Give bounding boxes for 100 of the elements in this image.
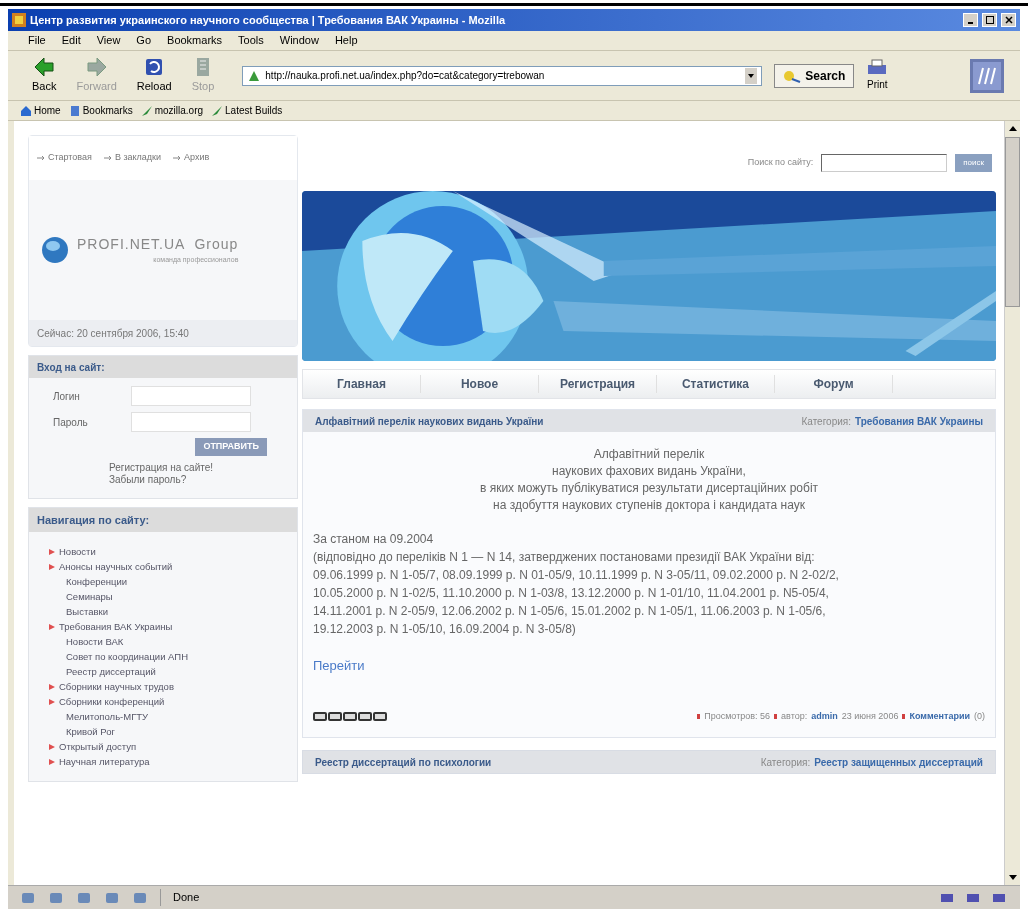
- rating-stars[interactable]: [313, 711, 387, 721]
- read-more-link[interactable]: Перейти: [313, 656, 985, 676]
- top-link[interactable]: В закладки: [114, 151, 162, 165]
- nav-link[interactable]: Сборники научных трудов: [59, 679, 174, 694]
- bookmark-item[interactable]: Bookmarks: [68, 103, 133, 118]
- search-icon: [783, 68, 802, 83]
- nav-link[interactable]: Сборники конференций: [59, 694, 165, 709]
- arrow-icon: [103, 155, 112, 161]
- menu-item[interactable]: Bookmarks: [167, 32, 223, 49]
- globe-icon: [41, 236, 69, 264]
- search-field[interactable]: [821, 154, 948, 172]
- article-body: За станом на 09.2004 (відповідно до переліків N 1 — N 14, затверджених постановами президії ВАК України від: 09.06.1999 р. N 1-05/7, 08.09.1999 р. N 01-05/9, 10.11.1999 р. N 3-05/11, 09.02.2000 р. N 2-02/2, 10.05.2000 р. N 1-02/5, 11.10.2000 р. N 1-03/8, 13.12.2000 р. N 1-01/10, 11.04.2001 р. N5-05/4, 14.11.2001 р. N 2-05/9, 12.06.2002 р. N 1-05/6, 15.01.2002 р. N 1-05/1, 11.06.2003 р. N 1-05/6, 19.12.2003 р. N 1-05/10, 16.09.2004 р. N 3-05/8): [313, 531, 840, 638]
- print-button[interactable]: Print: [866, 59, 889, 92]
- nav-tab[interactable]: Форум: [775, 375, 893, 393]
- category-link[interactable]: Реестр защищенных диссертаций: [814, 754, 983, 770]
- maximize-button[interactable]: [982, 13, 997, 27]
- nav-tab[interactable]: Главная: [303, 375, 421, 393]
- window-title: Центр развития украинского научного сообщества | Требования ВАК Украины - Mozilla: [30, 12, 507, 28]
- logo-text: PROFI.NET.UA Group: [77, 235, 239, 255]
- nav-tab[interactable]: Новое: [421, 375, 539, 393]
- menu-item[interactable]: Edit: [61, 32, 81, 49]
- forward-arrow-icon: [85, 56, 108, 79]
- category-label: Категория:: [760, 755, 811, 770]
- top-link[interactable]: Архив: [184, 151, 210, 165]
- comment-count: (0): [974, 709, 985, 723]
- menu-item[interactable]: Tools: [238, 32, 264, 49]
- menu-item[interactable]: Window: [279, 32, 319, 49]
- category-link[interactable]: Требования ВАК Украины: [855, 413, 983, 429]
- article-title[interactable]: Алфавітний перелік наукових видань України: [315, 413, 544, 429]
- nav-tab[interactable]: Статистика: [657, 375, 775, 393]
- toolbar-button[interactable]: Back: [24, 56, 65, 95]
- author-link[interactable]: admin: [811, 709, 838, 723]
- bullet-icon: [49, 623, 55, 630]
- nav-sublink[interactable]: Мелитополь-МГТУ: [49, 709, 277, 724]
- close-icon: [1004, 16, 1013, 24]
- input-field[interactable]: [131, 412, 251, 432]
- arrow-icon: [173, 155, 182, 161]
- bullet-icon: [49, 563, 55, 570]
- bookmark-item[interactable]: Home: [20, 103, 61, 118]
- logo-icon: [970, 58, 1004, 93]
- menu-item[interactable]: Help: [334, 32, 358, 49]
- login-link[interactable]: Забыли пароль?: [109, 474, 273, 486]
- nav-link[interactable]: Анонсы научных событий: [59, 559, 173, 574]
- bullet-icon: [49, 683, 55, 690]
- nav-sublink[interactable]: Реестр диссертаций: [49, 664, 277, 679]
- maximize-icon: [985, 16, 994, 24]
- field-label: Пароль: [53, 415, 89, 430]
- bookmark-icon: [68, 104, 81, 117]
- nav-tab[interactable]: Регистрация: [539, 375, 657, 393]
- printer-icon: [866, 59, 889, 77]
- house-icon: [20, 104, 32, 117]
- article-date: 23 июня 2006: [841, 709, 899, 723]
- minimize-button[interactable]: [963, 13, 978, 27]
- nav-link[interactable]: Требования ВАК Украины: [59, 619, 173, 634]
- nav-sublink[interactable]: Новости ВАК: [49, 634, 277, 649]
- scroll-thumb[interactable]: [1005, 137, 1020, 307]
- bullet-icon: [49, 743, 55, 750]
- menu-item[interactable]: Go: [136, 32, 152, 49]
- status-text: Done: [160, 889, 200, 906]
- article-heading: наукових фахових видань України,: [552, 463, 746, 480]
- login-title: Вход на сайт:: [29, 356, 297, 378]
- menu-item[interactable]: File: [28, 32, 46, 49]
- current-date: Сейчас: 20 сентября 2006, 15:40: [29, 320, 297, 346]
- view-count: Просмотров: 56: [704, 709, 771, 723]
- toolbar-button[interactable]: Reload: [128, 56, 180, 95]
- input-field[interactable]: [131, 386, 251, 406]
- search-label: Поиск по сайту:: [747, 156, 814, 170]
- bookmark-item[interactable]: mozilla.org: [140, 103, 204, 118]
- category-label: Категория:: [801, 414, 851, 429]
- navigation-title: Навигация по сайту:: [29, 508, 297, 532]
- login-link[interactable]: Регистрация на сайте!: [109, 462, 273, 474]
- nav-sublink[interactable]: Семинары: [49, 589, 277, 604]
- nav-link[interactable]: Научная литература: [59, 754, 150, 769]
- dropdown-icon[interactable]: [745, 67, 758, 84]
- nav-sublink[interactable]: Совет по координации АПН: [49, 649, 277, 664]
- article-heading: Алфавітний перелік: [593, 446, 705, 463]
- arrow-icon: [37, 155, 45, 161]
- menu-item[interactable]: View: [96, 32, 121, 49]
- app-icon: [12, 13, 26, 27]
- comments-link[interactable]: Комментарии: [909, 709, 970, 723]
- scrollbar[interactable]: [1004, 121, 1020, 885]
- search-button[interactable]: Search: [774, 63, 855, 88]
- bookmark-item[interactable]: Latest Builds: [211, 103, 283, 118]
- bullet-icon: [49, 758, 55, 765]
- nav-sublink[interactable]: Выставки: [49, 604, 277, 619]
- nav-link[interactable]: Новости: [59, 544, 96, 559]
- nav-sublink[interactable]: Кривой Рог: [49, 724, 277, 739]
- close-button[interactable]: [1001, 13, 1016, 27]
- nav-link[interactable]: Открытый доступ: [59, 739, 137, 754]
- article-heading: в яких можуть публікуватися результати дисертаційних робіт: [479, 480, 819, 497]
- back-arrow-icon: [33, 56, 56, 79]
- field-label: Логин: [53, 389, 81, 404]
- nav-sublink[interactable]: Конференции: [49, 574, 277, 589]
- author-label: автор:: [781, 709, 808, 723]
- article-title[interactable]: Реестр диссертаций по психологии: [315, 754, 492, 770]
- bullet-icon: [49, 548, 55, 555]
- top-link[interactable]: Стартовая: [48, 151, 92, 165]
- bullet-icon: [49, 698, 55, 705]
- article-heading: на здобуття наукових ступенів доктора і кандидата наук: [493, 497, 805, 514]
- address-field[interactable]: http://nauka.profi.net.ua/index.php?do=cat&category=trebowan: [242, 65, 763, 86]
